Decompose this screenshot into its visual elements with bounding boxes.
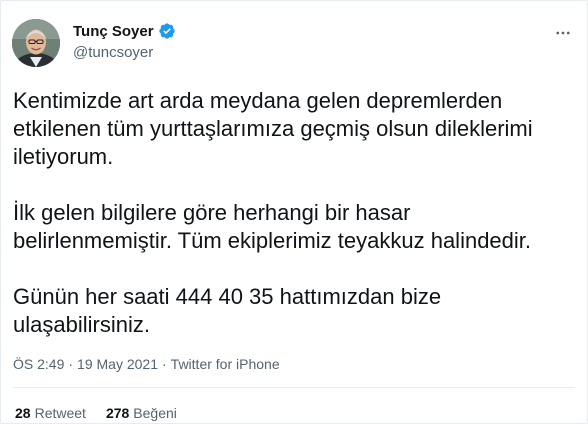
author-name[interactable]: Tunç Soyer: [73, 23, 154, 40]
tweet-text: Kentimizde art arda meydana gelen deprem…: [13, 87, 573, 339]
avatar[interactable]: [12, 19, 60, 67]
tweet-paragraph: İlk gelen bilgilere göre herhangi bir ha…: [13, 200, 532, 253]
tweet-stats: 28 Retweet 278 Beğeni: [15, 405, 177, 421]
tweet-card: Tunç Soyer @tuncsoyer Kentimizde art ard…: [0, 0, 588, 424]
meta-separator: ·: [162, 356, 167, 372]
divider: [13, 387, 575, 388]
like-label: Beğeni: [133, 405, 177, 421]
retweet-count: 28: [15, 405, 31, 421]
meta-separator: ·: [68, 356, 74, 372]
retweet-stat[interactable]: 28 Retweet: [15, 405, 86, 421]
retweet-label: Retweet: [34, 405, 86, 421]
like-stat[interactable]: 278 Beğeni: [106, 405, 177, 421]
avatar-image: [12, 19, 60, 67]
tweet-paragraph: Günün her saati 444 40 35 hattımızdan bi…: [13, 284, 442, 337]
tweet-date[interactable]: 19 May 2021: [77, 356, 158, 372]
tweet-paragraph: Kentimizde art arda meydana gelen deprem…: [13, 88, 533, 169]
like-count: 278: [105, 405, 130, 421]
author-name-row[interactable]: Tunç Soyer: [73, 22, 176, 40]
more-options-icon[interactable]: [553, 23, 573, 43]
tweet-source[interactable]: Twitter for iPhone: [171, 356, 280, 372]
tweet-time[interactable]: ÖS 2:49: [13, 356, 64, 372]
author-handle[interactable]: @tuncsoyer: [73, 44, 153, 61]
verified-badge-icon: [158, 22, 176, 40]
tweet-meta: ÖS 2:49 · 19 May 2021 · Twitter for iPho…: [13, 356, 280, 372]
